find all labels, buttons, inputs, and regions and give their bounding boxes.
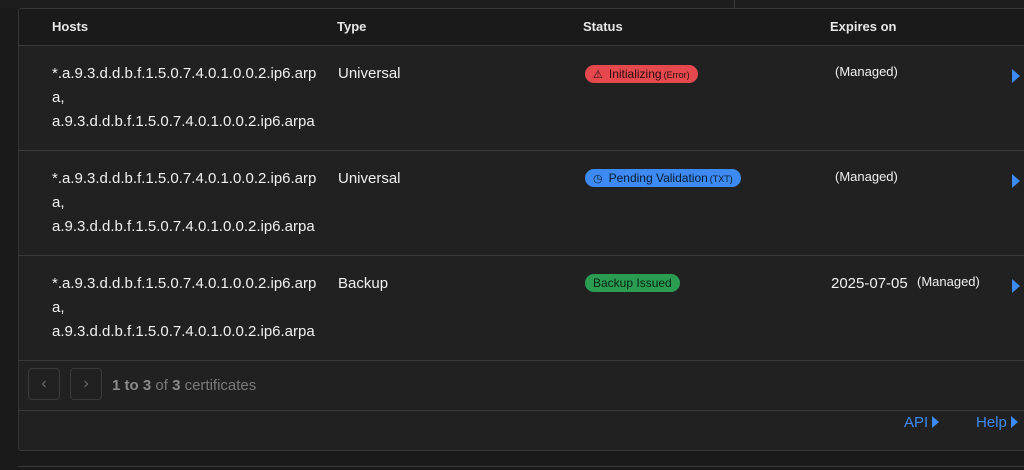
api-link-label: API <box>904 414 929 431</box>
clock-icon: ◷ <box>593 173 603 185</box>
row-expand-arrow-icon[interactable] <box>1012 174 1020 188</box>
page-of: of <box>155 377 168 394</box>
table-row[interactable]: *.a.9.3.d.d.b.f.1.5.0.7.4.0.1.0.0.2.ip6.… <box>19 255 1024 361</box>
prev-page-button[interactable]: ‹ <box>28 368 60 400</box>
warning-triangle-icon: ⚠ <box>593 69 603 81</box>
status-text: Pending Validation <box>608 171 708 185</box>
page-start: 1 <box>112 377 121 394</box>
next-page-button[interactable]: › <box>70 368 102 400</box>
host-apex: a.9.3.d.d.b.f.1.5.0.7.4.0.1.0.0.2.ip6.ar… <box>52 218 315 235</box>
page-end: 3 <box>142 377 152 394</box>
status-sub: (Error) <box>663 70 690 80</box>
type-cell: Universal <box>338 170 401 187</box>
help-link[interactable]: Help <box>976 414 1018 431</box>
type-cell: Backup <box>338 275 389 292</box>
pagination-summary: 1 to 3 of 3 certificates <box>112 377 256 394</box>
api-arrow-icon <box>932 416 940 428</box>
row-expand-arrow-icon[interactable] <box>1012 279 1020 293</box>
header-expires[interactable]: Expires on <box>830 19 896 34</box>
table-header: Hosts Type Status Expires on <box>19 9 1024 46</box>
header-type[interactable]: Type <box>337 19 366 34</box>
chevron-right-icon: › <box>83 375 89 392</box>
host-cell: *.a.9.3.d.d.b.f.1.5.0.7.4.0.1.0.0.2.ip6.… <box>52 62 322 134</box>
host-cell: *.a.9.3.d.d.b.f.1.5.0.7.4.0.1.0.0.2.ip6.… <box>52 167 322 239</box>
pagination: ‹ › 1 to 3 of 3 certificates <box>19 360 1024 411</box>
status-text: Backup Issued <box>593 276 672 290</box>
header-hosts[interactable]: Hosts <box>52 19 88 34</box>
host-cell: *.a.9.3.d.d.b.f.1.5.0.7.4.0.1.0.0.2.ip6.… <box>52 272 322 344</box>
status-badge: Backup Issued <box>585 274 680 292</box>
api-link[interactable]: API <box>904 414 940 431</box>
host-apex: a.9.3.d.d.b.f.1.5.0.7.4.0.1.0.0.2.ip6.ar… <box>52 323 315 340</box>
managed-label: (Managed) <box>835 169 898 184</box>
status-badge: ◷ Pending Validation (TXT) <box>585 169 741 187</box>
chevron-left-icon: ‹ <box>41 375 47 392</box>
managed-label: (Managed) <box>835 64 898 79</box>
certificates-panel: Hosts Type Status Expires on *.a.9.3.d.d… <box>18 8 1024 451</box>
page-total: 3 <box>172 377 181 394</box>
top-strip <box>0 0 1024 8</box>
page-to: to <box>124 377 139 394</box>
top-divider <box>734 0 735 8</box>
page-unit: certificates <box>184 377 257 394</box>
help-link-label: Help <box>976 414 1007 431</box>
status-text: Initializing <box>608 67 662 81</box>
managed-label: (Managed) <box>917 274 980 289</box>
table-row[interactable]: *.a.9.3.d.d.b.f.1.5.0.7.4.0.1.0.0.2.ip6.… <box>19 150 1024 256</box>
table-row[interactable]: *.a.9.3.d.d.b.f.1.5.0.7.4.0.1.0.0.2.ip6.… <box>19 45 1024 151</box>
host-wildcard: *.a.9.3.d.d.b.f.1.5.0.7.4.0.1.0.0.2.ip6.… <box>52 275 317 316</box>
help-arrow-icon <box>1010 416 1018 428</box>
header-status[interactable]: Status <box>583 19 623 34</box>
host-wildcard: *.a.9.3.d.d.b.f.1.5.0.7.4.0.1.0.0.2.ip6.… <box>52 65 317 106</box>
host-wildcard: *.a.9.3.d.d.b.f.1.5.0.7.4.0.1.0.0.2.ip6.… <box>52 170 317 211</box>
status-badge: ⚠ Initializing (Error) <box>585 65 698 83</box>
status-sub: (TXT) <box>709 174 733 184</box>
host-apex: a.9.3.d.d.b.f.1.5.0.7.4.0.1.0.0.2.ip6.ar… <box>52 113 315 130</box>
row-expand-arrow-icon[interactable] <box>1012 69 1020 83</box>
bottom-divider <box>18 466 1024 467</box>
expires-date: 2025-07-05 <box>831 275 908 292</box>
type-cell: Universal <box>338 65 401 82</box>
